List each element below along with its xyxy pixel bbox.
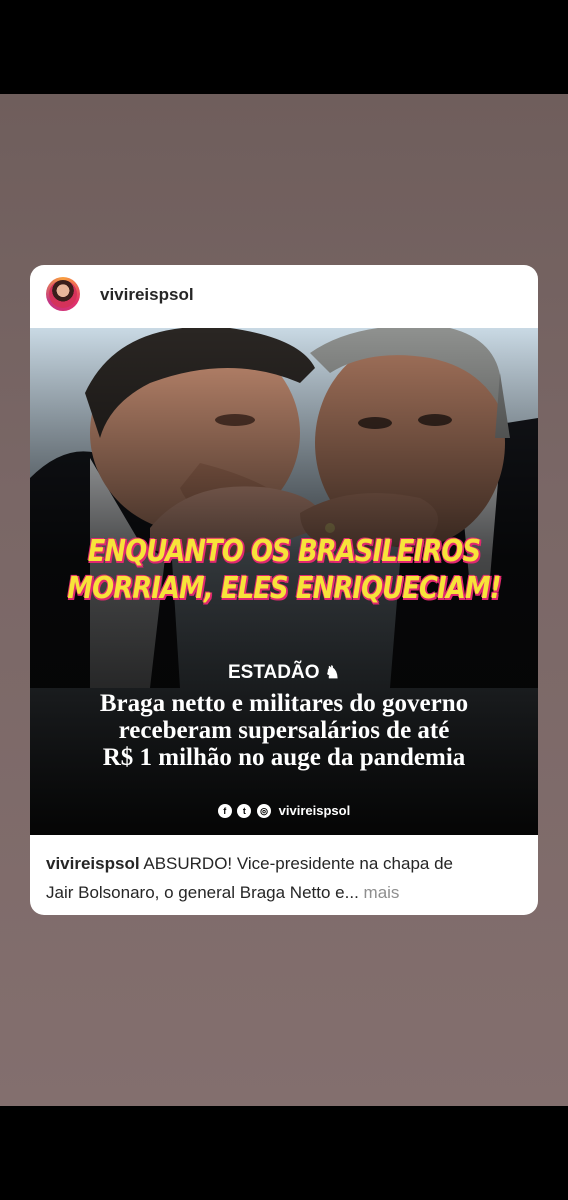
- subtitle: Braga netto e militares do governo receb…: [30, 690, 538, 771]
- caption-more-link[interactable]: mais: [364, 883, 400, 902]
- caption-text-line-1: ABSURDO! Vice-presidente na chapa de: [143, 854, 453, 873]
- subtitle-line-2: receberam supersalários de até: [118, 717, 450, 744]
- subtitle-line-1: Braga netto e militares do governo: [99, 690, 469, 717]
- twitter-icon: t: [237, 803, 252, 818]
- horse-rider-icon: ♞: [324, 663, 340, 682]
- source-logo: ESTADÃO ♞: [30, 662, 538, 684]
- caption-ellipsis: ...: [344, 883, 359, 902]
- post-header: vivireispsol: [30, 265, 538, 328]
- source-name: ESTADÃO: [227, 662, 320, 683]
- post-image[interactable]: ENQUANTO OS BRASILEIROS MORRIAM, ELES EN…: [30, 328, 538, 835]
- avatar[interactable]: [46, 277, 80, 311]
- avatar-image: [49, 280, 77, 308]
- social-handle: vivireispsol: [278, 803, 351, 819]
- facebook-icon: f: [217, 803, 232, 818]
- headline: ENQUANTO OS BRASILEIROS MORRIAM, ELES EN…: [66, 533, 503, 607]
- social-handles: f t ◎ vivireispsol: [30, 802, 538, 818]
- bottom-black-bar: [0, 1106, 568, 1200]
- top-black-bar: [0, 0, 568, 94]
- subtitle-line-3: R$ 1 milhão no auge da pandemia: [102, 744, 466, 771]
- post-username[interactable]: vivireispsol: [100, 285, 194, 305]
- post-caption[interactable]: vivireispsol ABSURDO! Vice-presidente na…: [46, 849, 526, 907]
- headline-line-1: ENQUANTO OS BRASILEIROS: [87, 534, 481, 569]
- post-card[interactable]: vivireispsol ENQUANTO OS BRASILEIROS MOR…: [30, 265, 538, 915]
- caption-text-line-2: Jair Bolsonaro, o general Braga Netto e: [46, 883, 345, 902]
- caption-username[interactable]: vivireispsol: [46, 854, 140, 873]
- headline-line-2: MORRIAM, ELES ENRIQUECIAM!: [67, 571, 501, 606]
- instagram-icon: ◎: [257, 803, 272, 818]
